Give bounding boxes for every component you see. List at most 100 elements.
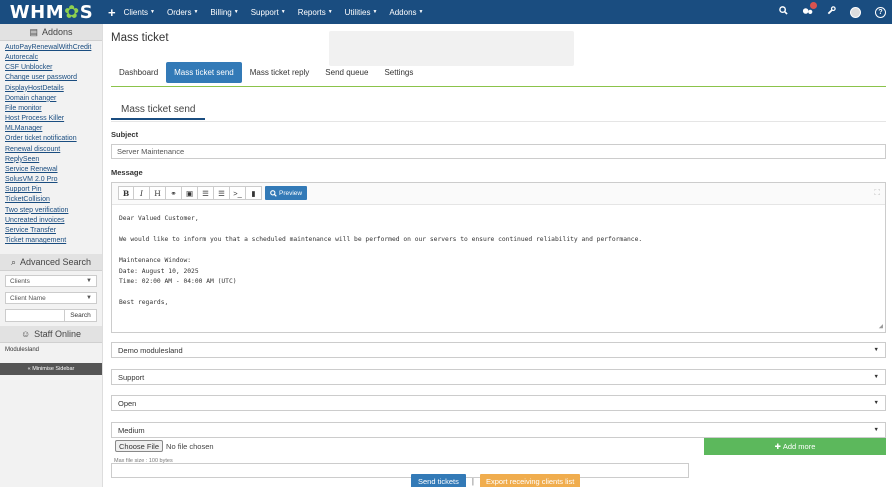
nav-billing[interactable]: Billing ▼ bbox=[210, 8, 238, 17]
plus-icon: ✚ bbox=[774, 442, 781, 451]
bulleted-list-icon[interactable]: ☰ bbox=[198, 186, 214, 200]
subject-input[interactable]: Server Maintenance bbox=[111, 144, 886, 159]
addon-link[interactable]: DisplayHostDetails bbox=[5, 84, 97, 94]
priority-select[interactable]: Medium ▼ bbox=[111, 422, 886, 438]
avatar[interactable] bbox=[850, 6, 861, 18]
addon-link[interactable]: CSF Unblocker bbox=[5, 63, 97, 73]
tab-settings[interactable]: Settings bbox=[376, 62, 421, 83]
status-select[interactable]: Open ▼ bbox=[111, 395, 886, 411]
search-type-select[interactable]: Clients ▼ bbox=[5, 275, 97, 288]
addon-link[interactable]: Domain changer bbox=[5, 94, 97, 104]
nav-label: Reports bbox=[297, 7, 326, 17]
staff-online-title: Staff Online bbox=[34, 329, 82, 340]
image-icon[interactable]: ▣ bbox=[182, 186, 198, 200]
message-line bbox=[119, 226, 878, 237]
priority-value: Medium bbox=[118, 425, 145, 435]
resize-handle[interactable]: ◢ bbox=[879, 322, 883, 330]
heading-button[interactable]: H bbox=[150, 186, 166, 200]
users-icon: ☺ bbox=[20, 329, 31, 340]
nav-label: Utilities bbox=[344, 7, 371, 17]
bold-button[interactable]: B bbox=[118, 186, 134, 200]
nav-reports[interactable]: Reports ▼ bbox=[298, 8, 333, 17]
notification-badge bbox=[810, 1, 817, 9]
help-icon[interactable]: ? bbox=[875, 6, 886, 18]
code-icon[interactable]: >_ bbox=[230, 186, 246, 200]
nav-label: Clients bbox=[123, 7, 149, 17]
addon-link[interactable]: AutoPayRenewalWithCredit bbox=[5, 43, 97, 53]
preview-button[interactable]: Preview bbox=[265, 186, 308, 200]
addon-link[interactable]: Autorecalc bbox=[5, 53, 97, 63]
addon-link[interactable]: Service Renewal bbox=[5, 165, 97, 175]
export-clients-button[interactable]: Export receiving clients list bbox=[479, 474, 581, 487]
nav-label: Support bbox=[250, 7, 279, 17]
tab-send-queue[interactable]: Send queue bbox=[317, 62, 376, 83]
tab-mass-ticket-send[interactable]: Mass ticket send bbox=[166, 62, 242, 83]
addon-link[interactable]: SolusVM 2.0 Pro bbox=[5, 175, 97, 185]
link-icon[interactable]: ⚭ bbox=[166, 186, 182, 200]
nav-label: Addons bbox=[389, 7, 417, 17]
choose-file-button[interactable]: Choose File bbox=[115, 440, 164, 452]
nav-addons[interactable]: Addons ▼ bbox=[389, 8, 423, 17]
magnifier-icon bbox=[270, 189, 277, 197]
subject-label: Subject bbox=[111, 130, 139, 139]
message-line bbox=[119, 289, 878, 300]
tab-mass-ticket-reply[interactable]: Mass ticket reply bbox=[242, 62, 318, 83]
italic-button[interactable]: I bbox=[134, 186, 150, 200]
caret-down-icon: ▼ bbox=[873, 347, 879, 353]
search-field-select[interactable]: Client Name ▼ bbox=[5, 292, 97, 305]
department-select[interactable]: Demo modulesland ▼ bbox=[111, 342, 886, 358]
search-input[interactable] bbox=[5, 309, 65, 323]
addon-link[interactable]: MLManager bbox=[5, 124, 97, 134]
type-value: Support bbox=[118, 372, 145, 382]
file-row: Choose File No file chosen bbox=[115, 440, 214, 452]
main-nav: + Clients ▼ Orders ▼ Billing ▼ Support ▼ Rep… bbox=[103, 0, 435, 24]
nav-support[interactable]: Support ▼ bbox=[251, 8, 286, 17]
addon-link[interactable]: Renewal discount bbox=[5, 145, 97, 155]
message-line: Dear Valued Customer, bbox=[119, 215, 199, 222]
tab-dashboard[interactable]: Dashboard bbox=[111, 62, 166, 83]
file-status: No file chosen bbox=[166, 441, 214, 451]
message-line: Best regards, bbox=[119, 299, 169, 306]
search-button[interactable]: Search bbox=[65, 309, 97, 323]
message-line bbox=[119, 247, 878, 258]
form-actions: Send tickets | Export receiving clients … bbox=[411, 474, 581, 487]
addon-link[interactable]: Service Transfer bbox=[5, 226, 97, 236]
add-more-button[interactable]: ✚ Add more bbox=[704, 438, 886, 455]
nav-label: Orders bbox=[167, 7, 192, 17]
max-file-size-note: Max file size : 100 bytes bbox=[114, 458, 173, 464]
department-value: Demo modulesland bbox=[118, 345, 183, 355]
addon-link[interactable]: TicketCollision bbox=[5, 195, 97, 205]
type-select[interactable]: Support ▼ bbox=[111, 369, 886, 385]
addon-link[interactable]: ReplySeen bbox=[5, 155, 97, 165]
plus-icon[interactable]: + bbox=[108, 5, 116, 20]
wrench-icon[interactable] bbox=[827, 6, 836, 18]
fullscreen-icon[interactable]: ⛶ bbox=[874, 188, 880, 198]
nav-clients[interactable]: Clients ▼ bbox=[124, 8, 155, 17]
send-tickets-button[interactable]: Send tickets bbox=[411, 474, 466, 487]
nav-label: Billing bbox=[210, 7, 232, 17]
message-line: We would like to inform you that a sched… bbox=[119, 236, 643, 243]
minimise-sidebar-button[interactable]: « Minimise Sidebar bbox=[0, 363, 102, 376]
addon-link[interactable]: Ticket management bbox=[5, 236, 97, 246]
addon-link[interactable]: Uncreated invoices bbox=[5, 216, 97, 226]
message-textarea[interactable]: Dear Valued Customer, We would like to i… bbox=[112, 204, 885, 332]
section-divider bbox=[111, 121, 886, 122]
advanced-search-title: Advanced Search bbox=[20, 257, 92, 268]
search-icon[interactable] bbox=[779, 6, 788, 18]
nav-orders[interactable]: Orders ▼ bbox=[167, 8, 198, 17]
numbered-list-icon[interactable]: ☰ bbox=[214, 186, 230, 200]
addon-link[interactable]: File monitor bbox=[5, 104, 97, 114]
whmcs-logo[interactable]: WHM ✿ S bbox=[0, 0, 103, 24]
notifications-icon[interactable] bbox=[802, 1, 817, 19]
addon-link[interactable]: Two step verification bbox=[5, 206, 97, 216]
addon-link[interactable]: Support Pin bbox=[5, 185, 97, 195]
search-row: Search bbox=[5, 309, 97, 323]
addon-link[interactable]: Order ticket notification bbox=[5, 134, 97, 144]
nav-utilities[interactable]: Utilities ▼ bbox=[345, 8, 378, 17]
advanced-search-form: Clients ▼ Client Name ▼ Search bbox=[0, 271, 102, 326]
staff-member: Modulesland bbox=[5, 347, 40, 354]
quote-icon[interactable]: ▮ bbox=[246, 186, 262, 200]
addon-link[interactable]: Host Process Killer bbox=[5, 114, 97, 124]
message-editor: B I H ⚭ ▣ ☰ ☰ >_ ▮ Preview ⛶ Dear Valued… bbox=[111, 182, 886, 333]
addon-link[interactable]: Change user password bbox=[5, 73, 97, 83]
